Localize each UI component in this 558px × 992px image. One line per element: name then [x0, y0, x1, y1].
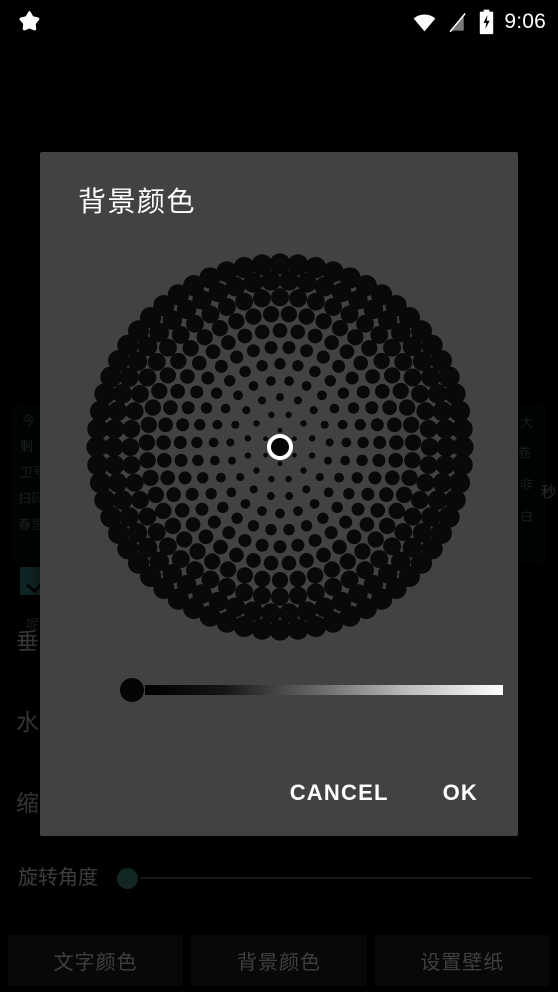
status-bar-clock: 9:06 [504, 10, 546, 33]
star-icon [19, 11, 40, 31]
dialog-actions: CANCEL OK [40, 762, 518, 824]
no-sim-signal-icon [449, 12, 467, 32]
status-bar: 9:06 [0, 0, 558, 44]
status-icons: 9:06 [412, 0, 546, 44]
wifi-icon [413, 13, 436, 31]
dialog-title: 背景颜色 [78, 186, 197, 217]
color-picker-dialog: 背景颜色 CANCEL OK [40, 152, 518, 836]
brightness-slider-thumb[interactable] [120, 678, 144, 702]
cancel-button[interactable]: CANCEL [280, 772, 399, 814]
ok-button[interactable]: OK [433, 772, 488, 814]
notification-area [12, 6, 46, 38]
brightness-slider-track[interactable] [145, 685, 503, 695]
battery-charging-icon [480, 9, 494, 35]
color-wheel[interactable] [85, 252, 475, 642]
color-wheel-selector[interactable] [267, 434, 293, 460]
brightness-slider[interactable] [77, 670, 507, 710]
